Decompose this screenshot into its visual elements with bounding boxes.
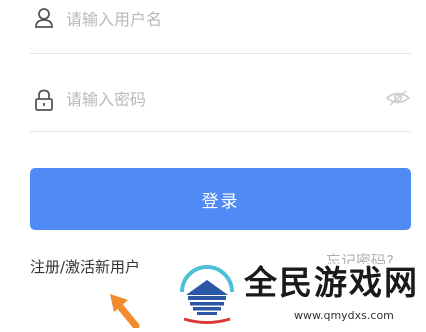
user-icon (34, 7, 54, 29)
register-link[interactable]: 注册/激活新用户 (30, 256, 140, 277)
watermark-url: www.qmydxs.com (294, 309, 394, 322)
watermark: 全民游戏网 www.qmydxs.com (176, 262, 426, 328)
site-logo-icon (176, 262, 238, 328)
password-input[interactable] (66, 86, 366, 112)
username-input[interactable] (66, 6, 366, 32)
login-button[interactable]: 登录 (30, 168, 411, 230)
eye-slash-icon[interactable] (385, 88, 411, 108)
lock-icon (34, 89, 54, 111)
username-field[interactable] (30, 0, 411, 54)
arrow-up-left-icon (100, 290, 150, 330)
username-divider (30, 53, 411, 54)
password-field[interactable] (30, 78, 411, 132)
password-divider (30, 131, 411, 132)
watermark-name: 全民游戏网 (244, 263, 419, 302)
